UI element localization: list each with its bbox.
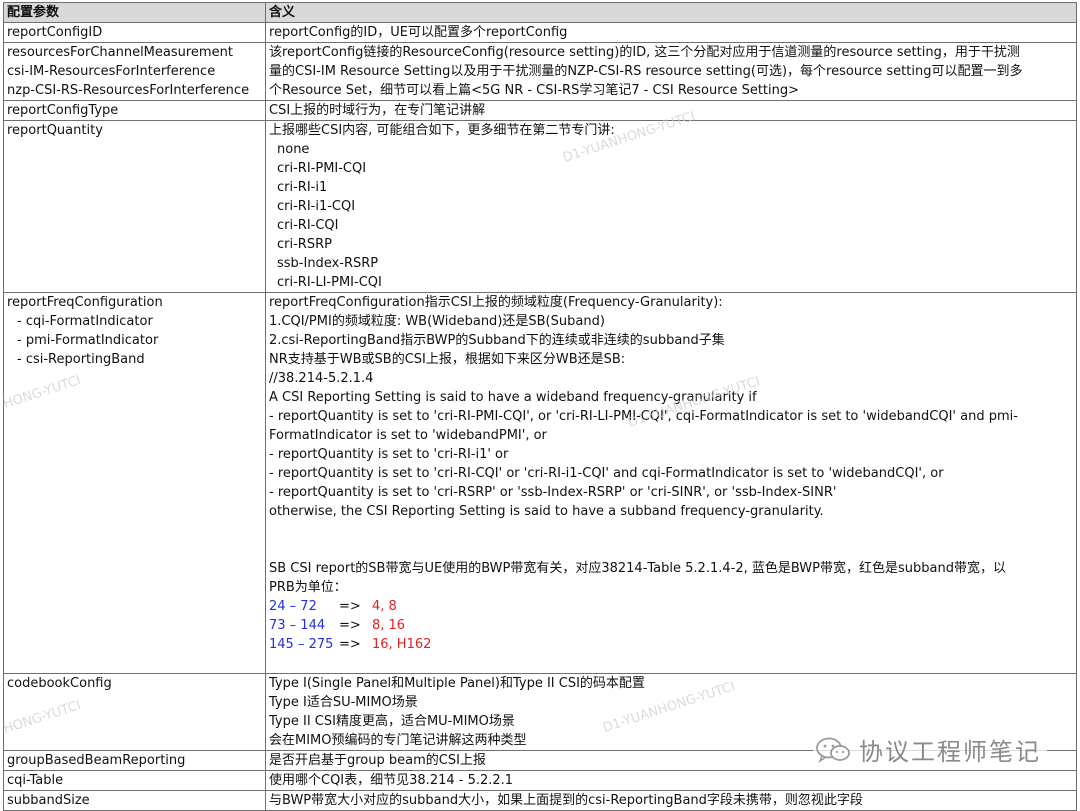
bwp-range: 24 – 72 xyxy=(269,599,317,614)
meaning-line: NR支持基于WB或SB的CSI上报，根据如下来区分WB还是SB: xyxy=(269,352,626,367)
param-line: nzp-CSI-RS-ResourcesForInterference xyxy=(7,83,250,98)
meaning-line: 2.csi-ReportingBand指示BWP的Subband下的连续或非连续… xyxy=(269,333,725,348)
mapping-line: 145 – 275 => 16, H162 xyxy=(269,635,1073,654)
quantity-option: cri-RI-i1-CQI xyxy=(277,199,356,214)
meaning-cell: 该reportConfig链接的ResourceConfig(resource … xyxy=(265,42,1077,101)
param-cell: resourcesForChannelMeasurement csi-IM-Re… xyxy=(3,42,266,101)
row-reportFreqConfiguration: reportFreqConfiguration - cqi-FormatIndi… xyxy=(3,292,1077,674)
param-cell: reportQuantity xyxy=(3,120,266,293)
quantity-option: cri-RI-PMI-CQI xyxy=(277,161,367,176)
meaning-line: reportFreqConfiguration指示CSI上报的频域粒度(Freq… xyxy=(269,295,723,310)
meaning-line: 量的CSI-IM Resource Setting以及用于干扰测量的NZP-CS… xyxy=(269,64,1023,79)
meaning-line: //38.214-5.2.1.4 xyxy=(269,371,374,386)
wechat-logo-icon xyxy=(816,737,850,763)
mapping-arrow: => xyxy=(339,618,361,633)
header-param: 配置参数 xyxy=(3,2,266,23)
subband-size: 8, 16 xyxy=(372,618,406,633)
quantity-option: cri-RI-i1 xyxy=(277,180,328,195)
meaning-cell: reportConfig的ID，UE可以配置多个reportConfig xyxy=(265,22,1077,43)
mapping-arrow: => xyxy=(339,637,361,652)
meaning-line: Type I适合SU-MIMO场景 xyxy=(269,695,418,710)
quantity-option: none xyxy=(277,142,310,157)
param-subfield: - pmi-FormatIndicator xyxy=(17,333,159,348)
config-table: 配置参数 含义 reportConfigID reportConfig的ID，U… xyxy=(3,2,1077,811)
quantity-option: ssb-Index-RSRP xyxy=(277,256,379,271)
bwp-range: 145 – 275 xyxy=(269,637,334,652)
meaning-line: PRB为单位： xyxy=(269,580,347,595)
row-resources: resourcesForChannelMeasurement csi-IM-Re… xyxy=(3,42,1077,101)
row-reportConfigType: reportConfigType CSI上报的时域行为，在专门笔记讲解 xyxy=(3,100,1077,121)
param-cell: subbandSize xyxy=(3,790,266,811)
row-reportConfigID: reportConfigID reportConfig的ID，UE可以配置多个r… xyxy=(3,22,1077,43)
meaning-line: Type II CSI精度更高，适合MU-MIMO场景 xyxy=(269,714,515,729)
meaning-line: FormatIndicator is set to 'widebandPMI',… xyxy=(269,428,547,443)
meaning-line: - reportQuantity is set to 'cri-RI-i1' o… xyxy=(269,447,509,462)
row-subbandSize: subbandSize 与BWP带宽大小对应的subband大小，如果上面提到的… xyxy=(3,790,1077,811)
meaning-line: A CSI Reporting Setting is said to have … xyxy=(269,390,757,405)
param-cell: reportConfigType xyxy=(3,100,266,121)
meaning-line: Type I(Single Panel和Multiple Panel)和Type… xyxy=(269,676,645,691)
config-table-container: 配置参数 含义 reportConfigID reportConfig的ID，U… xyxy=(3,2,1077,811)
table-header-row: 配置参数 含义 xyxy=(3,2,1077,23)
param-cell: groupBasedBeamReporting xyxy=(3,750,266,771)
row-cqi-Table: cqi-Table 使用哪个CQI表，细节见38.214 - 5.2.2.1 xyxy=(3,770,1077,791)
meaning-line: - reportQuantity is set to 'cri-RI-PMI-C… xyxy=(269,409,1018,424)
param-cell: codebookConfig xyxy=(3,673,266,751)
meaning-line: - reportQuantity is set to 'cri-RI-CQI' … xyxy=(269,466,944,481)
meaning-line: 该reportConfig链接的ResourceConfig(resource … xyxy=(269,45,1020,60)
meaning-cell: 与BWP带宽大小对应的subband大小，如果上面提到的csi-Reportin… xyxy=(265,790,1077,811)
bwp-range: 73 – 144 xyxy=(269,618,326,633)
mapping-arrow: => xyxy=(339,599,361,614)
meaning-line: 1.CQI/PMI的频域粒度: WB(Wideband)还是SB(Suband) xyxy=(269,314,605,329)
param-cell: reportFreqConfiguration - cqi-FormatIndi… xyxy=(3,292,266,674)
header-meaning: 含义 xyxy=(265,2,1077,23)
mapping-line: 73 – 144 => 8, 16 xyxy=(269,616,1073,635)
subband-size: 4, 8 xyxy=(372,599,397,614)
meaning-line: 上报哪些CSI内容, 可能组合如下，更多细节在第二节专门讲: xyxy=(269,123,615,138)
param-line: csi-IM-ResourcesForInterference xyxy=(7,64,216,79)
meaning-line: 个Resource Set，细节可以看上篇<5G NR - CSI-RS学习笔记… xyxy=(269,83,800,98)
param-subfield: - csi-ReportingBand xyxy=(17,352,145,367)
param-cell: cqi-Table xyxy=(3,770,266,791)
meaning-cell: reportFreqConfiguration指示CSI上报的频域粒度(Freq… xyxy=(265,292,1077,674)
quantity-option: cri-RI-CQI xyxy=(277,218,339,233)
quantity-option: cri-RI-LI-PMI-CQI xyxy=(277,275,382,290)
meaning-cell: 上报哪些CSI内容, 可能组合如下，更多细节在第二节专门讲: none cri-… xyxy=(265,120,1077,293)
quantity-option: cri-RSRP xyxy=(277,237,332,252)
meaning-cell: CSI上报的时域行为，在专门笔记讲解 xyxy=(265,100,1077,121)
param-subfield: - cqi-FormatIndicator xyxy=(17,314,153,329)
meaning-line: otherwise, the CSI Reporting Setting is … xyxy=(269,504,824,519)
param-line: reportFreqConfiguration xyxy=(7,295,163,310)
meaning-cell: 使用哪个CQI表，细节见38.214 - 5.2.2.1 xyxy=(265,770,1077,791)
subband-size: 16, H162 xyxy=(372,637,432,652)
row-reportQuantity: reportQuantity 上报哪些CSI内容, 可能组合如下，更多细节在第二… xyxy=(3,120,1077,293)
meaning-line: SB CSI report的SB带宽与UE使用的BWP带宽有关，对应38214-… xyxy=(269,561,1006,576)
param-cell: reportConfigID xyxy=(3,22,266,43)
mapping-line: 24 – 72 => 4, 8 xyxy=(269,597,1073,616)
meaning-line: - reportQuantity is set to 'cri-RSRP' or… xyxy=(269,485,837,500)
brand-name: 协议工程师笔记 xyxy=(859,738,1041,766)
brand-watermark: 协议工程师笔记 xyxy=(813,730,1047,769)
param-line: resourcesForChannelMeasurement xyxy=(7,45,233,60)
